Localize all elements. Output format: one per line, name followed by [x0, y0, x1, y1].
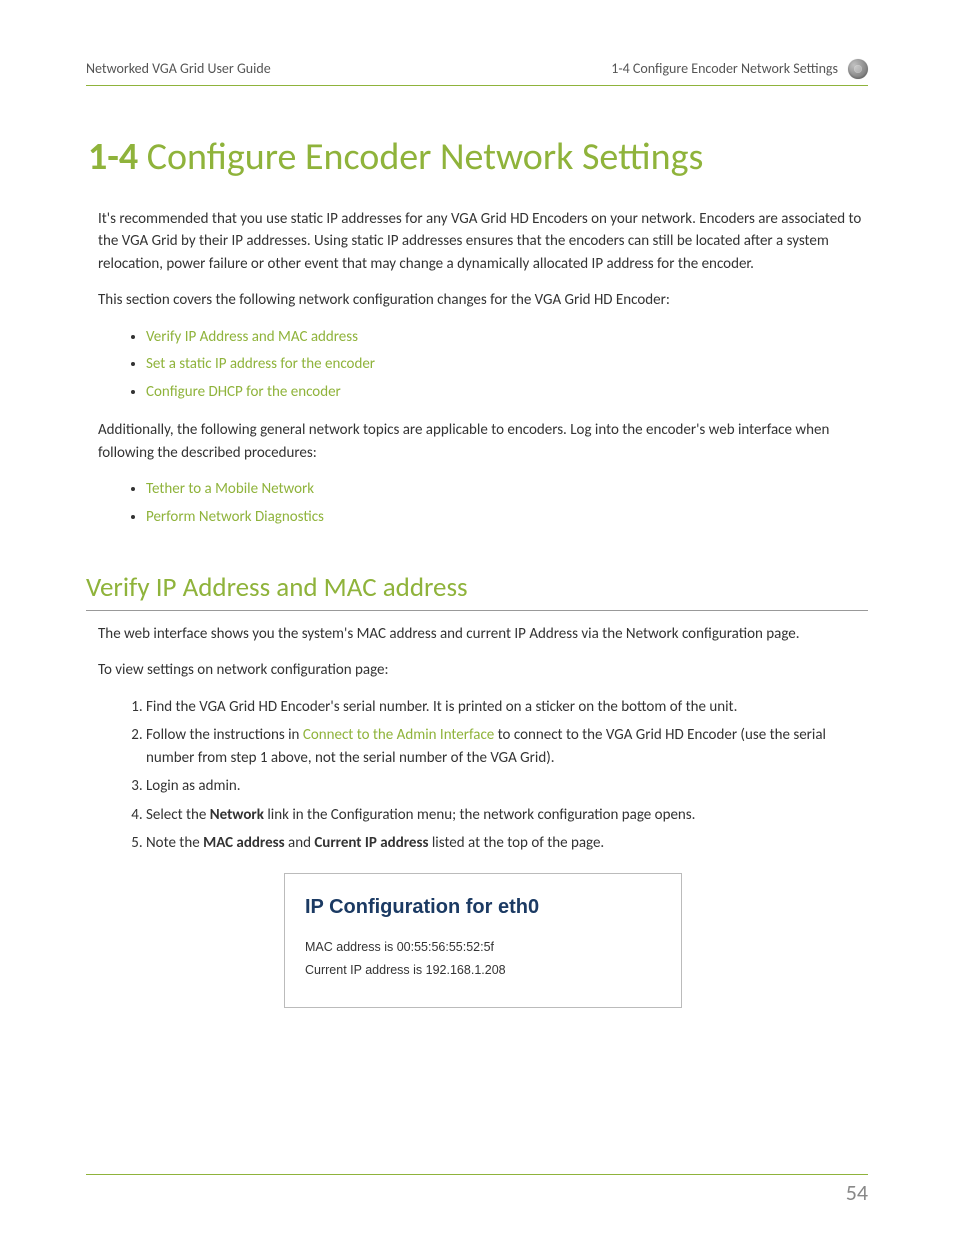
link-admin-interface[interactable]: Connect to the Admin Interface	[303, 726, 494, 744]
page-footer-rule	[86, 1174, 868, 1175]
ip-address-line: Current IP address is 192.168.1.208	[305, 961, 661, 980]
link-dhcp[interactable]: Configure DHCP for the encoder	[146, 383, 341, 401]
header-right: 1-4 Configure Encoder Network Settings	[611, 58, 868, 79]
link-verify-ip[interactable]: Verify IP Address and MAC address	[146, 328, 358, 346]
title-prefix: 1-4	[88, 134, 138, 180]
title-text: Configure Encoder Network Settings	[147, 134, 704, 180]
ip-config-title: IP Configuration for eth0	[305, 892, 661, 922]
page-number: 54	[846, 1176, 868, 1209]
ip-label: Current IP address is	[305, 963, 426, 977]
list-item: Perform Network Diagnostics	[146, 506, 868, 529]
page-title: 1-4 Configure Encoder Network Settings	[86, 136, 868, 180]
step-4-bold: Network	[210, 806, 264, 824]
step-5-bold-2: Current IP address	[314, 834, 428, 852]
steps-list: Find the VGA Grid HD Encoder's serial nu…	[146, 696, 868, 855]
step-4: Select the Network link in the Configura…	[146, 804, 868, 827]
step-5-text-a: Note the	[146, 834, 203, 852]
list-item: Set a static IP address for the encoder	[146, 353, 868, 376]
link-diagnostics[interactable]: Perform Network Diagnostics	[146, 508, 324, 526]
intro-paragraph-3: Additionally, the following general netw…	[98, 419, 868, 464]
step-1: Find the VGA Grid HD Encoder's serial nu…	[146, 696, 868, 719]
step-3: Login as admin.	[146, 775, 868, 798]
mac-label: MAC address is	[305, 940, 397, 954]
list-item: Verify IP Address and MAC address	[146, 326, 868, 349]
section-content: The web interface shows you the system's…	[86, 623, 868, 1009]
mac-value: 00:55:56:55:52:5f	[397, 940, 494, 954]
header-section-text: 1-4 Configure Encoder Network Settings	[611, 58, 838, 79]
ip-value: 192.168.1.208	[426, 963, 506, 977]
link-list-1: Verify IP Address and MAC address Set a …	[146, 326, 868, 404]
settings-icon	[848, 59, 868, 79]
section-paragraph-2: To view settings on network configuratio…	[98, 659, 868, 682]
list-item: Tether to a Mobile Network	[146, 478, 868, 501]
page-content: It's recommended that you use static IP …	[86, 208, 868, 529]
section-heading: Verify IP Address and MAC address	[86, 568, 868, 611]
intro-paragraph-1: It's recommended that you use static IP …	[98, 208, 868, 276]
step-2-text-a: Follow the instructions in	[146, 726, 303, 744]
mac-address-line: MAC address is 00:55:56:55:52:5f	[305, 938, 661, 957]
step-2: Follow the instructions in Connect to th…	[146, 724, 868, 769]
step-5-mid: and	[285, 834, 315, 852]
link-static-ip[interactable]: Set a static IP address for the encoder	[146, 355, 375, 373]
ip-config-box: IP Configuration for eth0 MAC address is…	[284, 873, 682, 1009]
step-5-text-b: listed at the top of the page.	[428, 834, 604, 852]
section-paragraph-1: The web interface shows you the system's…	[98, 623, 868, 646]
step-4-text-a: Select the	[146, 806, 210, 824]
link-tether[interactable]: Tether to a Mobile Network	[146, 480, 314, 498]
link-list-2: Tether to a Mobile Network Perform Netwo…	[146, 478, 868, 528]
page-header: Networked VGA Grid User Guide 1-4 Config…	[86, 58, 868, 86]
list-item: Configure DHCP for the encoder	[146, 381, 868, 404]
step-5: Note the MAC address and Current IP addr…	[146, 832, 868, 855]
step-5-bold-1: MAC address	[203, 834, 285, 852]
intro-paragraph-2: This section covers the following networ…	[98, 289, 868, 312]
step-4-text-b: link in the Configuration menu; the netw…	[264, 806, 695, 824]
ip-config-wrap: IP Configuration for eth0 MAC address is…	[98, 873, 868, 1009]
header-left-text: Networked VGA Grid User Guide	[86, 58, 271, 79]
